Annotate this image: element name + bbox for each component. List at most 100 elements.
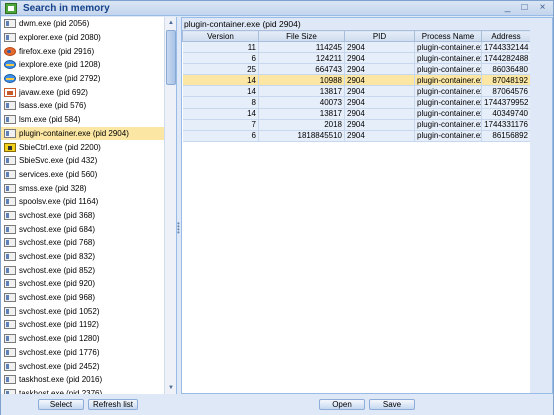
process-list-item[interactable]: firefox.exe (pid 2916)	[1, 44, 164, 58]
address-cell: 86156892	[481, 130, 531, 142]
scroll-down-icon[interactable]: ▼	[166, 383, 176, 393]
table-row[interactable]: 6 1818845510 2904 plugin-container.exe 86156…	[182, 130, 531, 142]
process-name-cell: plugin-container.exe	[414, 130, 482, 142]
process-list-item[interactable]: javaw.exe (pid 692)	[1, 85, 164, 99]
process-name-cell: plugin-container.exe	[414, 85, 482, 98]
process-list-item-label: spoolsv.exe (pid 1164)	[19, 197, 99, 207]
version-cell: 6	[182, 52, 259, 65]
table-row[interactable]: 6 124211 2904 plugin-container.exe 174428248…	[182, 52, 531, 65]
process-list-item[interactable]: svchost.exe (pid 968)	[1, 291, 164, 305]
process-list-item[interactable]: lsm.exe (pid 584)	[1, 113, 164, 127]
sandboxie-icon	[4, 142, 16, 152]
process-list-item[interactable]: svchost.exe (pid 684)	[1, 222, 164, 236]
process-list-item[interactable]: smss.exe (pid 328)	[1, 181, 164, 195]
generic-app-icon	[4, 115, 16, 125]
process-list-item-label: plugin-container.exe (pid 2904)	[19, 128, 129, 138]
process-list-item[interactable]: svchost.exe (pid 2452)	[1, 359, 164, 373]
version-cell: 7	[182, 119, 259, 131]
address-cell: 87064576	[481, 85, 531, 98]
pid-cell: 2904	[344, 63, 415, 76]
process-list-item-label: svchost.exe (pid 832)	[19, 252, 96, 262]
table-row[interactable]: 14 13817 2904 plugin-container.exe 40349740	[182, 108, 531, 120]
process-list-item[interactable]: svchost.exe (pid 832)	[1, 250, 164, 264]
address-cell: 1744379952	[481, 96, 531, 109]
process-list[interactable]: dwm.exe (pid 2056) explorer.exe (pid 2080…	[1, 17, 164, 394]
splitter-grip-icon[interactable]: • • • •	[177, 220, 180, 237]
process-list-item[interactable]: iexplore.exe (pid 2792)	[1, 72, 164, 86]
search-in-memory-window: Search in memory _ □ × dwm.exe (pid 2056…	[0, 0, 554, 415]
scroll-up-icon[interactable]: ▲	[166, 18, 176, 28]
process-list-item[interactable]: spoolsv.exe (pid 1164)	[1, 195, 164, 209]
process-list-item[interactable]: iexplore.exe (pid 1208)	[1, 58, 164, 72]
select-button[interactable]: Select	[38, 399, 84, 410]
process-list-item[interactable]: SbieCtrl.exe (pid 2200)	[1, 140, 164, 154]
process-list-scrollbar[interactable]: ▲ ▼	[164, 17, 176, 394]
version-cell: 11	[182, 41, 259, 54]
minimize-icon[interactable]: _	[501, 2, 514, 14]
process-name-cell: plugin-container.exe	[414, 74, 482, 87]
process-list-item[interactable]: svchost.exe (pid 1280)	[1, 332, 164, 346]
scrollbar-thumb[interactable]	[166, 30, 176, 85]
column-header-version[interactable]: Version	[182, 30, 259, 42]
address-cell: 1744332144	[481, 41, 531, 54]
file-size-cell: 1818845510	[258, 130, 345, 142]
address-cell: 86036480	[481, 63, 531, 76]
title-bar[interactable]: Search in memory _ □ ×	[1, 1, 553, 16]
process-list-item[interactable]: svchost.exe (pid 852)	[1, 263, 164, 277]
column-header-pid[interactable]: PID	[344, 30, 415, 42]
table-row[interactable]: 8 40073 2904 plugin-container.exe 1744379952	[182, 96, 531, 109]
process-list-item[interactable]: svchost.exe (pid 1776)	[1, 346, 164, 360]
window-title: Search in memory	[23, 3, 110, 14]
process-list-item[interactable]: svchost.exe (pid 1192)	[1, 318, 164, 332]
results-header-row: Version File Size PID Process Name Addre…	[182, 30, 531, 42]
table-row[interactable]: 7 2018 2904 plugin-container.exe 1744331176	[182, 119, 531, 131]
internet-explorer-icon	[4, 74, 16, 84]
file-size-cell: 13817	[258, 85, 345, 98]
version-cell: 14	[182, 108, 259, 120]
version-cell: 14	[182, 85, 259, 98]
column-header-process-name[interactable]: Process Name	[414, 30, 482, 42]
process-name-cell: plugin-container.exe	[414, 119, 482, 131]
process-list-item[interactable]: svchost.exe (pid 920)	[1, 277, 164, 291]
file-size-cell: 40073	[258, 96, 345, 109]
refresh-list-button[interactable]: Refresh list	[88, 399, 138, 410]
column-header-address[interactable]: Address	[481, 30, 531, 42]
process-list-item[interactable]: svchost.exe (pid 368)	[1, 209, 164, 223]
process-list-item-label: taskhost.exe (pid 2016)	[19, 375, 103, 385]
generic-app-icon	[4, 169, 16, 179]
process-list-item[interactable]: SbieSvc.exe (pid 432)	[1, 154, 164, 168]
address-cell: 40349740	[481, 108, 531, 120]
close-icon[interactable]: ×	[536, 2, 549, 14]
pid-cell: 2904	[344, 96, 415, 109]
column-header-file-size[interactable]: File Size	[258, 30, 345, 42]
process-list-item[interactable]: svchost.exe (pid 1052)	[1, 304, 164, 318]
version-cell: 8	[182, 96, 259, 109]
address-cell: 87048192	[481, 74, 531, 87]
table-row[interactable]: 14 13817 2904 plugin-container.exe 87064576	[182, 85, 531, 98]
process-list-item[interactable]: taskhost.exe (pid 2376)	[1, 387, 164, 394]
version-cell: 6	[182, 130, 259, 142]
maximize-icon[interactable]: □	[518, 2, 531, 14]
generic-app-icon	[4, 197, 16, 207]
process-list-item-label: svchost.exe (pid 1280)	[19, 334, 100, 344]
process-list-item-label: services.exe (pid 560)	[19, 169, 98, 179]
generic-app-icon	[4, 224, 16, 234]
file-size-cell: 10988	[258, 74, 345, 87]
process-list-item[interactable]: services.exe (pid 560)	[1, 168, 164, 182]
table-row[interactable]: 14 10988 2904 plugin-container.exe 87048192	[182, 74, 531, 87]
process-list-item[interactable]: dwm.exe (pid 2056)	[1, 17, 164, 31]
process-list-item-label: explorer.exe (pid 2080)	[19, 33, 101, 43]
java-icon	[4, 87, 16, 97]
process-list-item[interactable]: explorer.exe (pid 2080)	[1, 31, 164, 45]
table-row[interactable]: 11 114245 2904 plugin-container.exe 17443321…	[182, 41, 531, 54]
process-list-item[interactable]: plugin-container.exe (pid 2904)	[1, 126, 164, 141]
save-button[interactable]: Save	[369, 399, 415, 410]
file-size-cell: 114245	[258, 41, 345, 54]
generic-app-icon	[4, 306, 16, 316]
generic-app-icon	[4, 19, 16, 29]
process-list-item[interactable]: svchost.exe (pid 768)	[1, 236, 164, 250]
open-button[interactable]: Open	[319, 399, 365, 410]
process-list-item[interactable]: lsass.exe (pid 576)	[1, 99, 164, 113]
table-row[interactable]: 25 664743 2904 plugin-container.exe 86036480	[182, 63, 531, 76]
process-list-item[interactable]: taskhost.exe (pid 2016)	[1, 373, 164, 387]
